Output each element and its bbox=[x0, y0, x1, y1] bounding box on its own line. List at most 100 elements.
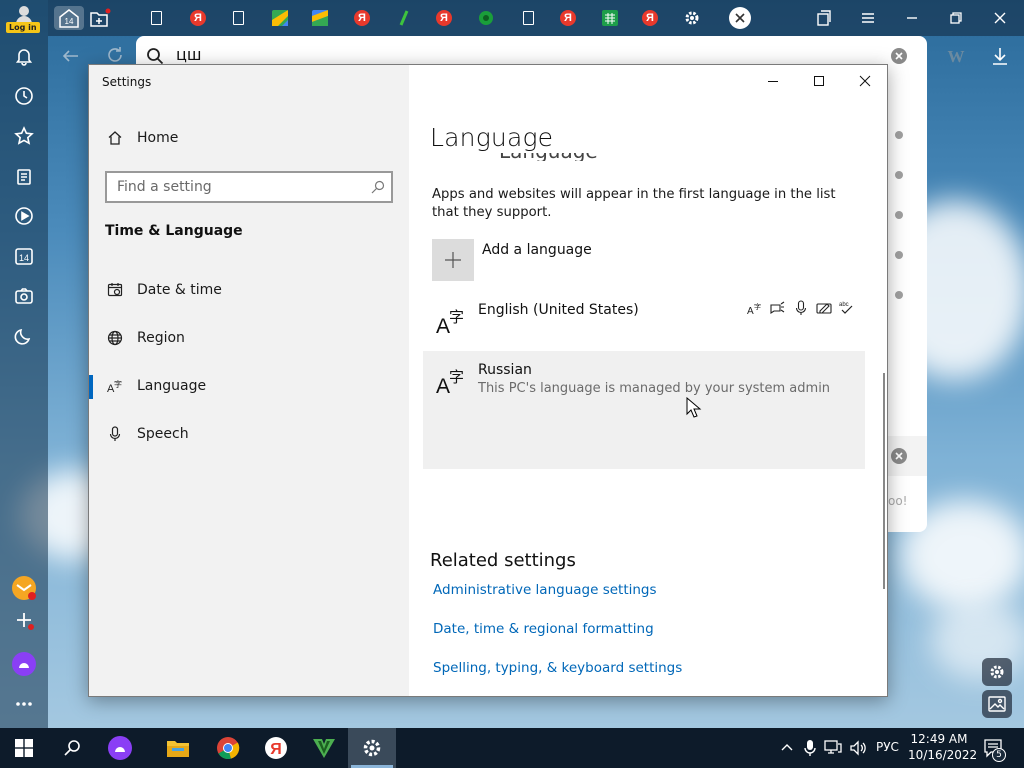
add-language-label[interactable]: Add a language bbox=[482, 242, 592, 258]
login-badge[interactable]: Log in bbox=[6, 22, 40, 33]
language-features: A字 abc bbox=[747, 300, 855, 316]
back-icon[interactable] bbox=[60, 46, 82, 66]
downloads-icon[interactable] bbox=[990, 46, 1010, 66]
minimize-browser-icon[interactable] bbox=[900, 6, 924, 30]
restore-browser-icon[interactable] bbox=[944, 6, 968, 30]
regional-formatting-link[interactable]: Date, time & regional formatting bbox=[433, 621, 654, 637]
partial-browser-text: oo! bbox=[888, 494, 908, 508]
notifications-icon[interactable] bbox=[12, 44, 36, 68]
new-tab-icon[interactable] bbox=[88, 6, 112, 30]
maximize-icon[interactable] bbox=[796, 65, 842, 97]
clear-suggestion-icon[interactable] bbox=[890, 447, 908, 465]
svg-text:字: 字 bbox=[114, 379, 122, 389]
tab-settings-gear-icon[interactable] bbox=[680, 6, 704, 30]
tab-green-circle-icon[interactable] bbox=[474, 6, 498, 30]
chrome-icon[interactable] bbox=[204, 728, 252, 768]
tab-spreadsheet-icon[interactable] bbox=[598, 6, 622, 30]
svg-text:A: A bbox=[436, 315, 450, 335]
alice-assistant-icon[interactable] bbox=[10, 650, 38, 678]
calendar-day: 14 bbox=[19, 253, 29, 263]
input-language-indicator[interactable]: РУС bbox=[876, 740, 899, 754]
nav-home[interactable]: Home bbox=[89, 118, 409, 158]
tab-collections-icon[interactable] bbox=[812, 6, 836, 30]
close-icon[interactable] bbox=[842, 65, 887, 97]
tab-slash-icon[interactable] bbox=[392, 6, 416, 30]
tray-volume-icon[interactable] bbox=[849, 740, 867, 756]
night-mode-icon[interactable] bbox=[12, 324, 36, 348]
tab-document-icon[interactable] bbox=[516, 6, 540, 30]
reload-icon[interactable] bbox=[104, 44, 126, 66]
yandex-browser-icon[interactable]: Я bbox=[252, 728, 300, 768]
add-language-button[interactable] bbox=[432, 239, 474, 281]
language-icon: A字 bbox=[436, 305, 466, 335]
w-logo-icon: W bbox=[946, 46, 966, 66]
keyboard-settings-link[interactable]: Spelling, typing, & keyboard settings bbox=[433, 660, 682, 676]
start-windows-icon[interactable] bbox=[0, 728, 48, 768]
admin-language-link[interactable]: Administrative language settings bbox=[433, 582, 657, 598]
taskbar-search-icon[interactable] bbox=[48, 728, 96, 768]
settings-nav-pane: Settings Home Find a setting Time & Lang… bbox=[89, 65, 409, 696]
tab-yandex-icon[interactable]: Я bbox=[186, 6, 210, 30]
tab-yandex-icon[interactable]: Я bbox=[432, 6, 456, 30]
list-bullet bbox=[895, 171, 903, 179]
tab-document-icon[interactable] bbox=[226, 6, 250, 30]
tray-microphone-icon[interactable] bbox=[803, 739, 817, 757]
svg-text:字: 字 bbox=[754, 302, 761, 311]
nav-language[interactable]: A字 Language bbox=[89, 366, 409, 406]
nav-region[interactable]: Region bbox=[89, 318, 409, 358]
close-browser-icon[interactable] bbox=[988, 6, 1012, 30]
more-icon[interactable] bbox=[12, 692, 36, 716]
tab-yandex-icon[interactable]: Я bbox=[638, 6, 662, 30]
language-name: Russian bbox=[478, 362, 532, 378]
settings-search-input[interactable]: Find a setting bbox=[105, 171, 393, 203]
settings-taskbar-gear-icon[interactable] bbox=[348, 728, 396, 768]
tab-yandex-icon[interactable]: Я bbox=[350, 6, 374, 30]
nav-region-label: Region bbox=[137, 330, 185, 346]
nav-date-time[interactable]: Date & time bbox=[89, 270, 409, 310]
scrollbar-thumb[interactable] bbox=[883, 373, 885, 589]
video-play-icon[interactable] bbox=[12, 204, 36, 228]
search-input[interactable]: цш bbox=[176, 45, 202, 64]
language-icon: A字 bbox=[436, 365, 466, 395]
nav-speech[interactable]: Speech bbox=[89, 414, 409, 454]
tab-maps-icon[interactable] bbox=[308, 6, 332, 30]
window-title: Settings bbox=[102, 75, 152, 89]
history-icon[interactable] bbox=[12, 84, 36, 108]
page-settings-gear-icon[interactable] bbox=[982, 658, 1012, 686]
microphone-icon bbox=[105, 426, 125, 442]
browser-sidebar: Log in 14 bbox=[0, 0, 48, 728]
screenshot-camera-icon[interactable] bbox=[12, 284, 36, 308]
add-panel-icon[interactable] bbox=[12, 608, 36, 632]
alice-taskbar-icon[interactable] bbox=[96, 728, 144, 768]
calendar-icon[interactable]: 14 bbox=[12, 244, 36, 268]
vim-app-icon[interactable] bbox=[300, 728, 348, 768]
nav-date-time-label: Date & time bbox=[137, 282, 222, 298]
tray-chevron-up-icon[interactable] bbox=[779, 740, 795, 756]
bookmarks-star-icon[interactable] bbox=[12, 124, 36, 148]
handwriting-icon bbox=[816, 300, 832, 316]
clear-search-icon[interactable] bbox=[890, 47, 908, 65]
globe-icon bbox=[105, 330, 125, 346]
browser-menu-icon[interactable] bbox=[856, 6, 880, 30]
tab-document-icon[interactable] bbox=[144, 6, 168, 30]
mail-app-icon[interactable] bbox=[10, 574, 38, 602]
close-tab-icon[interactable] bbox=[728, 6, 752, 30]
mouse-cursor-icon bbox=[686, 397, 702, 419]
home-tab-icon[interactable]: 14 bbox=[54, 6, 84, 30]
wallpaper-image-icon[interactable] bbox=[982, 690, 1012, 718]
list-bullet bbox=[895, 131, 903, 139]
tray-network-icon[interactable] bbox=[824, 740, 842, 756]
collections-icon[interactable] bbox=[12, 164, 36, 188]
search-icon bbox=[146, 47, 164, 65]
language-name[interactable]: English (United States) bbox=[478, 302, 639, 318]
minimize-icon[interactable] bbox=[750, 65, 796, 97]
tab-maps-icon[interactable] bbox=[268, 6, 292, 30]
list-bullet bbox=[895, 211, 903, 219]
scrolled-heading-fragment: Language bbox=[499, 153, 619, 161]
language-icon: A字 bbox=[105, 378, 125, 394]
tray-clock[interactable]: 12:49 AM 10/16/2022 bbox=[908, 731, 977, 763]
tab-yandex-icon[interactable]: Я bbox=[556, 6, 580, 30]
file-explorer-icon[interactable] bbox=[154, 728, 202, 768]
scrolled-heading-text: Language bbox=[499, 153, 619, 161]
list-bullet bbox=[895, 291, 903, 299]
